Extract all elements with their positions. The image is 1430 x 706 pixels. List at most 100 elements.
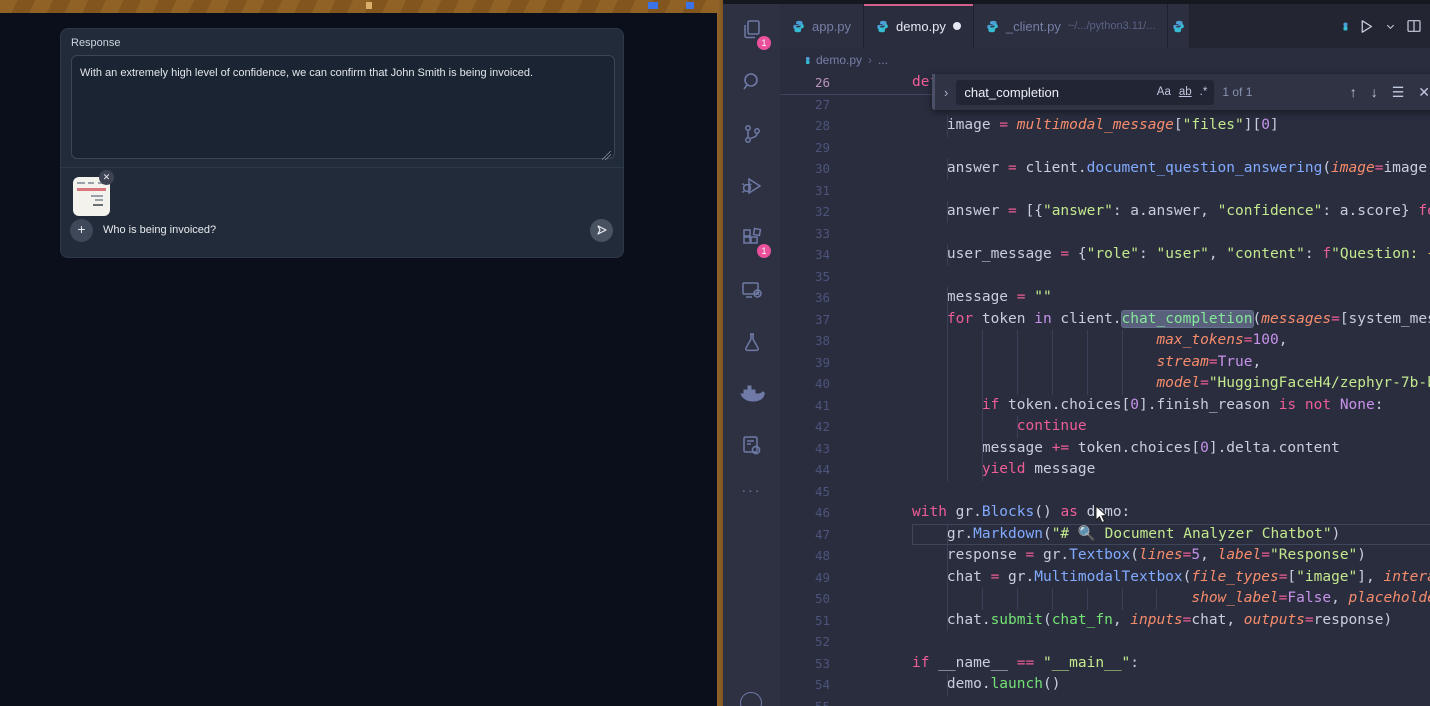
- run-python-file-button[interactable]: [1358, 18, 1375, 35]
- match-case-option[interactable]: Aa: [1157, 86, 1171, 98]
- tab-partial[interactable]: [1168, 4, 1190, 48]
- find-input[interactable]: [956, 85, 1096, 100]
- activity-testing-icon[interactable]: [723, 316, 780, 368]
- line-number[interactable]: 29: [780, 137, 855, 159]
- line-number[interactable]: 35: [780, 266, 855, 288]
- remove-attachment-button[interactable]: ✕: [99, 170, 114, 185]
- account-icon[interactable]: [740, 692, 762, 706]
- line-number[interactable]: 49: [780, 567, 855, 589]
- code-line[interactable]: demo.launch(): [912, 674, 1430, 696]
- activity-run-debug-icon[interactable]: [723, 160, 780, 212]
- whole-word-option[interactable]: ab: [1179, 86, 1192, 98]
- code-line[interactable]: max_tokens=100,: [912, 330, 1430, 352]
- code-line[interactable]: gr.Markdown("# 🔍 Document Analyzer Chatb…: [912, 524, 1430, 546]
- next-match-button[interactable]: ↓: [1371, 84, 1378, 101]
- line-number[interactable]: 34: [780, 244, 855, 266]
- line-number[interactable]: 53: [780, 653, 855, 675]
- find-widget-sash[interactable]: [932, 74, 935, 110]
- tab-label: app.py: [812, 19, 851, 34]
- code-line[interactable]: message += token.choices[0].delta.conten…: [912, 438, 1430, 460]
- modified-dot-icon[interactable]: [953, 22, 961, 30]
- line-number[interactable]: 26: [780, 72, 855, 94]
- code-line[interactable]: response = gr.Textbox(lines=5, label="Re…: [912, 545, 1430, 567]
- line-number[interactable]: 55: [780, 696, 855, 706]
- line-number[interactable]: 33: [780, 223, 855, 245]
- code-line[interactable]: for token in client.chat_completion(mess…: [912, 309, 1430, 331]
- code-line[interactable]: if token.choices[0].finish_reason is not…: [912, 395, 1430, 417]
- code-line[interactable]: user_message = {"role": "user", "content…: [912, 244, 1430, 266]
- line-number[interactable]: 46: [780, 502, 855, 524]
- line-number[interactable]: 38: [780, 330, 855, 352]
- line-number[interactable]: 41: [780, 395, 855, 417]
- line-number[interactable]: 40: [780, 373, 855, 395]
- activity-search-icon[interactable]: [723, 56, 780, 108]
- code-line[interactable]: answer = client.document_question_answer…: [912, 158, 1430, 180]
- breadcrumb-file[interactable]: demo.py: [816, 53, 862, 67]
- code-line[interactable]: [912, 696, 1430, 706]
- activity-tasks-icon[interactable]: [723, 420, 780, 472]
- send-button[interactable]: [590, 219, 613, 242]
- code-line[interactable]: model="HuggingFaceH4/zephyr-7b-beta: [912, 373, 1430, 395]
- code-line[interactable]: image = multimodal_message["files"][0]: [912, 115, 1430, 137]
- tab-demo.py[interactable]: demo.py: [864, 4, 974, 48]
- window-titlebar[interactable]: [0, 0, 717, 13]
- code-line[interactable]: [912, 481, 1430, 503]
- line-number[interactable]: 45: [780, 481, 855, 503]
- line-number[interactable]: 39: [780, 352, 855, 374]
- python-file-icon: [876, 20, 889, 33]
- activity-explorer-icon[interactable]: 1: [723, 4, 780, 56]
- regex-option[interactable]: .*: [1200, 86, 1208, 98]
- line-number[interactable]: 30: [780, 158, 855, 180]
- code-line[interactable]: chat.submit(chat_fn, inputs=chat, output…: [912, 610, 1430, 632]
- line-number[interactable]: 31: [780, 180, 855, 202]
- line-number[interactable]: 27: [780, 94, 855, 116]
- line-number[interactable]: 54: [780, 674, 855, 696]
- code-line[interactable]: answer = [{"answer": a.answer, "confiden…: [912, 201, 1430, 223]
- line-number[interactable]: 47: [780, 524, 855, 546]
- line-number[interactable]: 36: [780, 287, 855, 309]
- code-line[interactable]: [912, 137, 1430, 159]
- line-number[interactable]: 37: [780, 309, 855, 331]
- close-find-button[interactable]: ✕: [1418, 84, 1430, 101]
- line-number[interactable]: 44: [780, 459, 855, 481]
- add-file-button[interactable]: +: [70, 219, 93, 242]
- code-token: is: [1279, 397, 1296, 413]
- line-number[interactable]: 52: [780, 631, 855, 653]
- activity-more-button[interactable]: ···: [723, 472, 780, 508]
- line-number[interactable]: 51: [780, 610, 855, 632]
- response-textarea[interactable]: [71, 55, 615, 159]
- code-line[interactable]: if __name__ == "__main__":: [912, 653, 1430, 675]
- code-line[interactable]: [912, 631, 1430, 653]
- code-line[interactable]: stream=True,: [912, 352, 1430, 374]
- code-line[interactable]: [912, 223, 1430, 245]
- code-line[interactable]: [912, 180, 1430, 202]
- line-number[interactable]: 42: [780, 416, 855, 438]
- textarea-resize-handle[interactable]: [602, 151, 611, 160]
- previous-match-button[interactable]: ↑: [1350, 84, 1357, 101]
- activity-remote-explorer-icon[interactable]: [723, 264, 780, 316]
- tab-_client.py[interactable]: _client.py~/.../python3.11/...: [974, 4, 1168, 48]
- chat-input-text[interactable]: Who is being invoiced?: [103, 224, 216, 236]
- code-line[interactable]: message = "": [912, 287, 1430, 309]
- code-line[interactable]: [912, 266, 1430, 288]
- split-editor-button[interactable]: [1406, 18, 1422, 34]
- code-line[interactable]: show_label=False, placeholder=: [912, 588, 1430, 610]
- line-number[interactable]: 28: [780, 115, 855, 137]
- run-dropdown-chevron[interactable]: [1385, 21, 1396, 32]
- activity-source-control-icon[interactable]: [723, 108, 780, 160]
- code-line[interactable]: yield message: [912, 459, 1430, 481]
- tab-app.py[interactable]: app.py: [780, 4, 864, 48]
- line-number[interactable]: 50: [780, 588, 855, 610]
- code-line[interactable]: continue: [912, 416, 1430, 438]
- code-line[interactable]: with gr.Blocks() as demo:: [912, 502, 1430, 524]
- breadcrumb-more[interactable]: ...: [878, 53, 888, 67]
- line-number[interactable]: 32: [780, 201, 855, 223]
- code-line[interactable]: chat = gr.MultimodalTextbox(file_types=[…: [912, 567, 1430, 589]
- code-editor[interactable]: def image = multimodal_message["files"][…: [912, 72, 1430, 706]
- find-in-selection-button[interactable]: ☰: [1392, 84, 1405, 101]
- line-number[interactable]: 43: [780, 438, 855, 460]
- activity-extensions-icon[interactable]: 1: [723, 212, 780, 264]
- line-number[interactable]: 48: [780, 545, 855, 567]
- toggle-replace-button[interactable]: ›: [938, 85, 948, 100]
- activity-docker-icon[interactable]: [723, 368, 780, 420]
